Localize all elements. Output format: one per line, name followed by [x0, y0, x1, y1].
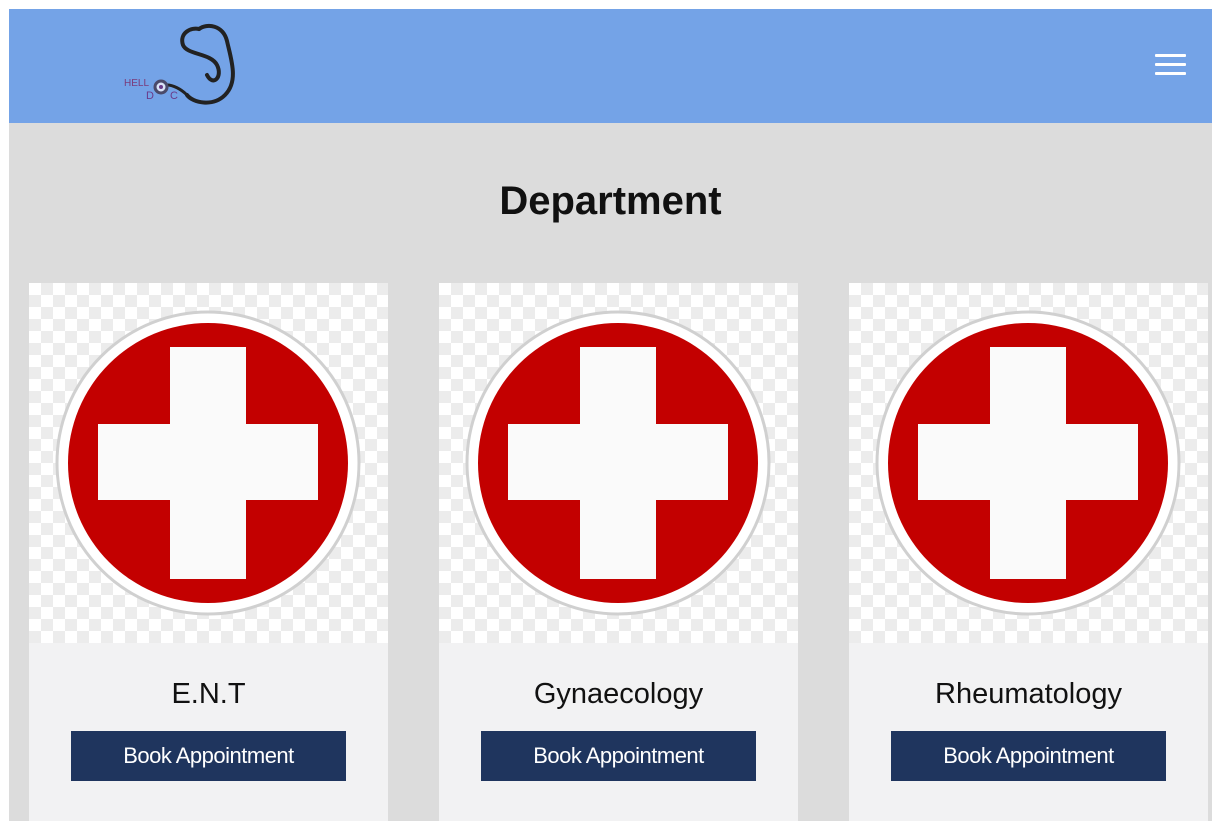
stethoscope-icon: HELL D C: [124, 23, 235, 105]
department-card-ent: E.N.T Book Appointment: [29, 283, 388, 821]
department-image: [29, 283, 388, 643]
navbar: HELL D C: [9, 9, 1212, 123]
page-title: Department: [499, 179, 722, 223]
medical-cross-icon: [465, 310, 771, 616]
hamburger-menu-icon: [1155, 54, 1186, 57]
department-name: Gynaecology: [533, 678, 704, 710]
hamburger-menu-button[interactable]: [1155, 51, 1187, 77]
department-name: E.N.T: [171, 678, 246, 710]
hellodoc-logo[interactable]: HELL D C: [121, 19, 241, 111]
medical-cross-icon: [875, 310, 1181, 616]
app-frame: HELL D C Department E.N.T Book Appointme…: [9, 9, 1212, 821]
medical-cross-icon: [55, 310, 361, 616]
logo-text-bottom: D: [146, 90, 154, 102]
book-appointment-button[interactable]: Book Appointment: [891, 731, 1166, 781]
book-appointment-button[interactable]: Book Appointment: [71, 731, 346, 781]
logo-text-top: HELL: [124, 78, 149, 89]
hamburger-menu-icon: [1155, 63, 1186, 66]
logo-text-end: C: [170, 90, 178, 102]
department-card-rheumatology: Rheumatology Book Appointment: [849, 283, 1208, 821]
department-image: [439, 283, 798, 643]
department-image: [849, 283, 1208, 643]
hamburger-menu-icon: [1155, 72, 1186, 75]
department-card-gynaecology: Gynaecology Book Appointment: [439, 283, 798, 821]
book-appointment-button[interactable]: Book Appointment: [481, 731, 756, 781]
department-name: Rheumatology: [935, 678, 1122, 710]
